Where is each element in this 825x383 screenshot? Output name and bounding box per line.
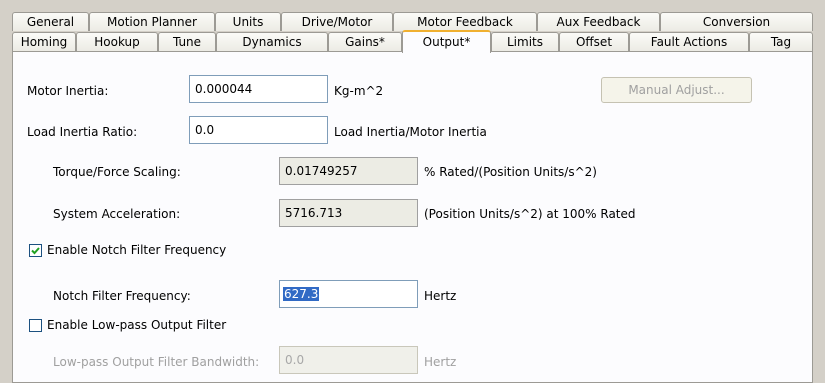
tab-drive-motor[interactable]: Drive/Motor	[281, 12, 393, 31]
system-acceleration-input[interactable]	[279, 199, 418, 227]
load-inertia-ratio-input[interactable]	[189, 116, 328, 144]
tab-units[interactable]: Units	[215, 12, 281, 31]
checkmark-icon	[31, 247, 40, 255]
lowpass-bandwidth-input[interactable]	[279, 346, 418, 374]
lowpass-filter-checkbox-label[interactable]: Enable Low-pass Output Filter	[47, 318, 226, 332]
output-panel: Motor Inertia: Kg-m^2 Manual Adjust... L…	[12, 51, 813, 383]
load-inertia-ratio-unit: Load Inertia/Motor Inertia	[334, 125, 487, 139]
tab-motor-feedback[interactable]: Motor Feedback	[393, 12, 537, 31]
tab-hookup[interactable]: Hookup	[76, 32, 158, 51]
tab-row-2: Homing Hookup Tune Dynamics Gains* Outpu…	[12, 30, 813, 53]
tab-conversion[interactable]: Conversion	[660, 12, 813, 31]
system-acceleration-label: System Acceleration:	[53, 207, 181, 221]
notch-filter-checkbox-label[interactable]: Enable Notch Filter Frequency	[47, 243, 226, 257]
tab-aux-feedback[interactable]: Aux Feedback	[537, 12, 660, 31]
torque-force-scaling-input[interactable]	[279, 157, 418, 185]
tab-tag[interactable]: Tag	[749, 32, 813, 51]
tab-tune[interactable]: Tune	[158, 32, 216, 51]
tab-output[interactable]: Output*	[402, 30, 491, 53]
tab-gains[interactable]: Gains*	[328, 32, 402, 51]
tab-dynamics[interactable]: Dynamics	[216, 32, 328, 51]
load-inertia-ratio-label: Load Inertia Ratio:	[27, 125, 138, 139]
tab-row-1: General Motion Planner Units Drive/Motor…	[12, 12, 813, 32]
tab-limits[interactable]: Limits	[491, 32, 559, 51]
manual-adjust-button[interactable]: Manual Adjust...	[601, 77, 752, 103]
motor-inertia-label: Motor Inertia:	[27, 84, 109, 98]
lowpass-filter-checkbox[interactable]	[29, 319, 42, 332]
tab-homing[interactable]: Homing	[12, 32, 76, 51]
motor-inertia-input[interactable]	[189, 75, 328, 103]
notch-filter-frequency-unit: Hertz	[424, 289, 457, 303]
selected-text: 627.3	[283, 287, 320, 301]
tab-offset[interactable]: Offset	[559, 32, 629, 51]
notch-filter-checkbox[interactable]	[29, 244, 42, 257]
system-acceleration-unit: (Position Units/s^2) at 100% Rated	[424, 207, 636, 221]
tab-fault-actions[interactable]: Fault Actions	[629, 32, 749, 51]
torque-force-scaling-label: Torque/Force Scaling:	[53, 165, 181, 179]
torque-force-scaling-unit: % Rated/(Position Units/s^2)	[424, 165, 597, 179]
tab-motion-planner[interactable]: Motion Planner	[89, 12, 215, 31]
lowpass-bandwidth-label: Low-pass Output Filter Bandwidth:	[53, 355, 260, 369]
motor-inertia-unit: Kg-m^2	[334, 84, 384, 98]
tab-general[interactable]: General	[12, 12, 89, 31]
notch-filter-frequency-input[interactable]: 627.3	[279, 280, 418, 308]
lowpass-bandwidth-unit: Hertz	[424, 355, 457, 369]
notch-filter-frequency-label: Notch Filter Frequency:	[53, 289, 191, 303]
